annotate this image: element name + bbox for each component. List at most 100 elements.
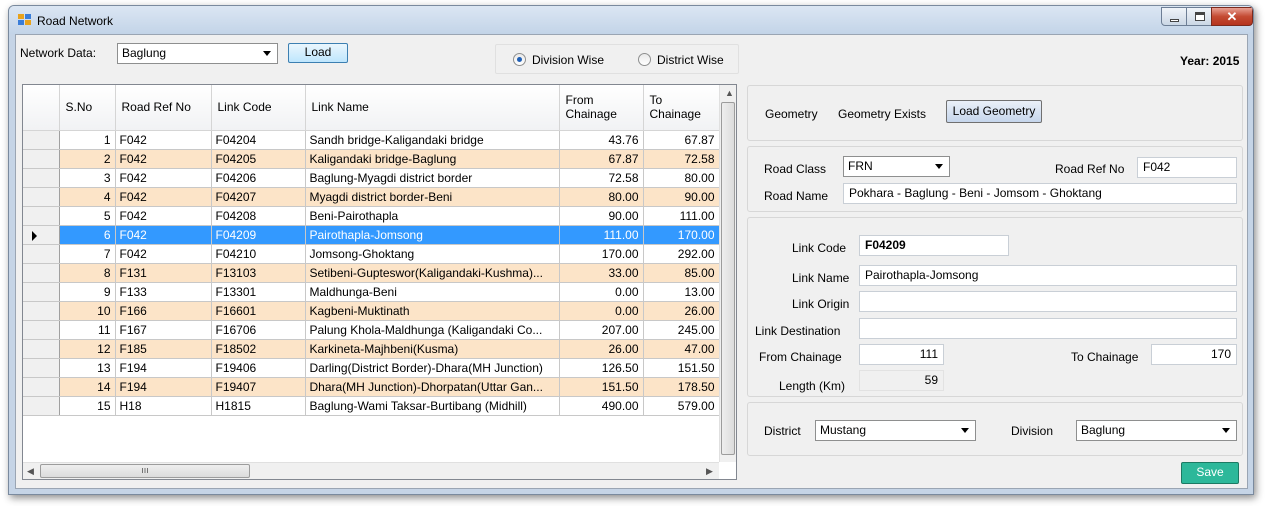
- cell-to-chainage[interactable]: 245.00: [643, 320, 720, 340]
- horizontal-scroll-thumb[interactable]: ııı: [40, 464, 250, 478]
- cell-link-name[interactable]: Setibeni-Gupteswor(Kaligandaki-Kushma)..…: [305, 263, 560, 283]
- cell-road-ref[interactable]: F042: [115, 206, 212, 226]
- cell-sno[interactable]: 5: [59, 206, 116, 226]
- cell-link-code[interactable]: F04210: [211, 244, 306, 264]
- cell-from-chainage[interactable]: 0.00: [559, 301, 644, 321]
- cell-sno[interactable]: 11: [59, 320, 116, 340]
- table-row[interactable]: 9 F133 F13301 Maldhunga-Beni 0.00 13.00: [23, 282, 720, 302]
- row-header[interactable]: [23, 244, 60, 264]
- cell-link-name[interactable]: Myagdi district border-Beni: [305, 187, 560, 207]
- cell-to-chainage[interactable]: 170.00: [643, 225, 720, 245]
- minimize-button[interactable]: [1161, 7, 1187, 26]
- cell-road-ref[interactable]: F185: [115, 339, 212, 359]
- cell-from-chainage[interactable]: 67.87: [559, 149, 644, 169]
- row-header[interactable]: [23, 168, 60, 188]
- link-destination-field[interactable]: [859, 318, 1237, 339]
- table-row[interactable]: 14 F194 F19407 Dhara(MH Junction)-Dhorpatan…: [23, 377, 720, 397]
- to-chainage-field[interactable]: 170: [1151, 344, 1237, 365]
- table-row[interactable]: 2 F042 F04205 Kaligandaki bridge-Baglung 67.…: [23, 149, 720, 169]
- cell-link-name[interactable]: Dhara(MH Junction)-Dhorpatan(Uttar Gan..…: [305, 377, 560, 397]
- row-header[interactable]: [23, 377, 60, 397]
- cell-road-ref[interactable]: F042: [115, 225, 212, 245]
- cell-link-code[interactable]: H1815: [211, 396, 306, 416]
- cell-to-chainage[interactable]: 292.00: [643, 244, 720, 264]
- table-row[interactable]: 4 F042 F04207 Myagdi district border-Beni 80…: [23, 187, 720, 207]
- cell-to-chainage[interactable]: 67.87: [643, 130, 720, 150]
- cell-link-code[interactable]: F04207: [211, 187, 306, 207]
- close-button[interactable]: ✕: [1211, 7, 1253, 26]
- cell-sno[interactable]: 13: [59, 358, 116, 378]
- cell-link-code[interactable]: F04209: [211, 225, 306, 245]
- cell-from-chainage[interactable]: 0.00: [559, 282, 644, 302]
- cell-road-ref[interactable]: F194: [115, 358, 212, 378]
- row-header[interactable]: [23, 282, 60, 302]
- col-header-road-ref[interactable]: Road Ref No: [115, 85, 212, 131]
- cell-link-name[interactable]: Kagbeni-Muktinath: [305, 301, 560, 321]
- cell-to-chainage[interactable]: 13.00: [643, 282, 720, 302]
- col-header-from-chainage[interactable]: From Chainage: [559, 85, 644, 131]
- cell-road-ref[interactable]: F133: [115, 282, 212, 302]
- cell-from-chainage[interactable]: 151.50: [559, 377, 644, 397]
- cell-sno[interactable]: 2: [59, 149, 116, 169]
- cell-sno[interactable]: 7: [59, 244, 116, 264]
- cell-link-code[interactable]: F16706: [211, 320, 306, 340]
- grid-vertical-scrollbar[interactable]: ▲: [719, 85, 736, 462]
- cell-link-name[interactable]: Darling(District Border)-Dhara(MH Juncti…: [305, 358, 560, 378]
- scroll-left-icon[interactable]: ◀: [27, 466, 34, 476]
- save-button[interactable]: Save: [1181, 462, 1239, 484]
- link-name-field[interactable]: Pairothapla-Jomsong: [859, 265, 1237, 286]
- table-row[interactable]: 11 F167 F16706 Palung Khola-Maldhunga (Kali…: [23, 320, 720, 340]
- cell-from-chainage[interactable]: 72.58: [559, 168, 644, 188]
- cell-link-name[interactable]: Baglung-Myagdi district border: [305, 168, 560, 188]
- vertical-scroll-thumb[interactable]: [721, 102, 735, 455]
- cell-sno[interactable]: 15: [59, 396, 116, 416]
- cell-to-chainage[interactable]: 80.00: [643, 168, 720, 188]
- cell-to-chainage[interactable]: 90.00: [643, 187, 720, 207]
- cell-sno[interactable]: 4: [59, 187, 116, 207]
- cell-sno[interactable]: 14: [59, 377, 116, 397]
- cell-link-code[interactable]: F16601: [211, 301, 306, 321]
- cell-sno[interactable]: 8: [59, 263, 116, 283]
- cell-road-ref[interactable]: F042: [115, 149, 212, 169]
- cell-link-code[interactable]: F04206: [211, 168, 306, 188]
- cell-from-chainage[interactable]: 26.00: [559, 339, 644, 359]
- cell-link-code[interactable]: F04205: [211, 149, 306, 169]
- table-row[interactable]: 15 H18 H1815 Baglung-Wami Taksar-Burtibang …: [23, 396, 720, 416]
- table-row[interactable]: 13 F194 F19406 Darling(District Border)-Dha…: [23, 358, 720, 378]
- row-header[interactable]: [23, 358, 60, 378]
- cell-road-ref[interactable]: F042: [115, 168, 212, 188]
- table-row[interactable]: 1 F042 F04204 Sandh bridge-Kaligandaki brid…: [23, 130, 720, 150]
- district-select[interactable]: Mustang: [815, 420, 976, 441]
- load-geometry-button[interactable]: Load Geometry: [946, 100, 1042, 123]
- cell-from-chainage[interactable]: 111.00: [559, 225, 644, 245]
- cell-sno[interactable]: 12: [59, 339, 116, 359]
- cell-road-ref[interactable]: F167: [115, 320, 212, 340]
- cell-to-chainage[interactable]: 26.00: [643, 301, 720, 321]
- cell-from-chainage[interactable]: 43.76: [559, 130, 644, 150]
- row-header[interactable]: [23, 130, 60, 150]
- road-class-select[interactable]: FRN: [843, 156, 950, 177]
- cell-sno[interactable]: 3: [59, 168, 116, 188]
- district-wise-radio[interactable]: [638, 53, 651, 66]
- cell-link-name[interactable]: Beni-Pairothapla: [305, 206, 560, 226]
- cell-from-chainage[interactable]: 90.00: [559, 206, 644, 226]
- table-row[interactable]: 8 F131 F13103 Setibeni-Gupteswor(Kaligandak…: [23, 263, 720, 283]
- cell-sno[interactable]: 10: [59, 301, 116, 321]
- cell-to-chainage[interactable]: 47.00: [643, 339, 720, 359]
- table-row[interactable]: 5 F042 F04208 Beni-Pairothapla 90.00 111.00: [23, 206, 720, 226]
- cell-to-chainage[interactable]: 85.00: [643, 263, 720, 283]
- cell-from-chainage[interactable]: 80.00: [559, 187, 644, 207]
- cell-link-name[interactable]: Maldhunga-Beni: [305, 282, 560, 302]
- maximize-button[interactable]: [1186, 7, 1212, 26]
- cell-sno[interactable]: 9: [59, 282, 116, 302]
- cell-road-ref[interactable]: F194: [115, 377, 212, 397]
- division-wise-radio[interactable]: [513, 53, 526, 66]
- table-row[interactable]: 7 F042 F04210 Jomsong-Ghoktang 170.00 292.00: [23, 244, 720, 264]
- cell-road-ref[interactable]: F131: [115, 263, 212, 283]
- cell-from-chainage[interactable]: 207.00: [559, 320, 644, 340]
- row-header[interactable]: [23, 396, 60, 416]
- row-header[interactable]: [23, 320, 60, 340]
- road-name-field[interactable]: Pokhara - Baglung - Beni - Jomsom - Ghok…: [843, 183, 1237, 204]
- cell-link-code[interactable]: F04208: [211, 206, 306, 226]
- row-header[interactable]: [23, 339, 60, 359]
